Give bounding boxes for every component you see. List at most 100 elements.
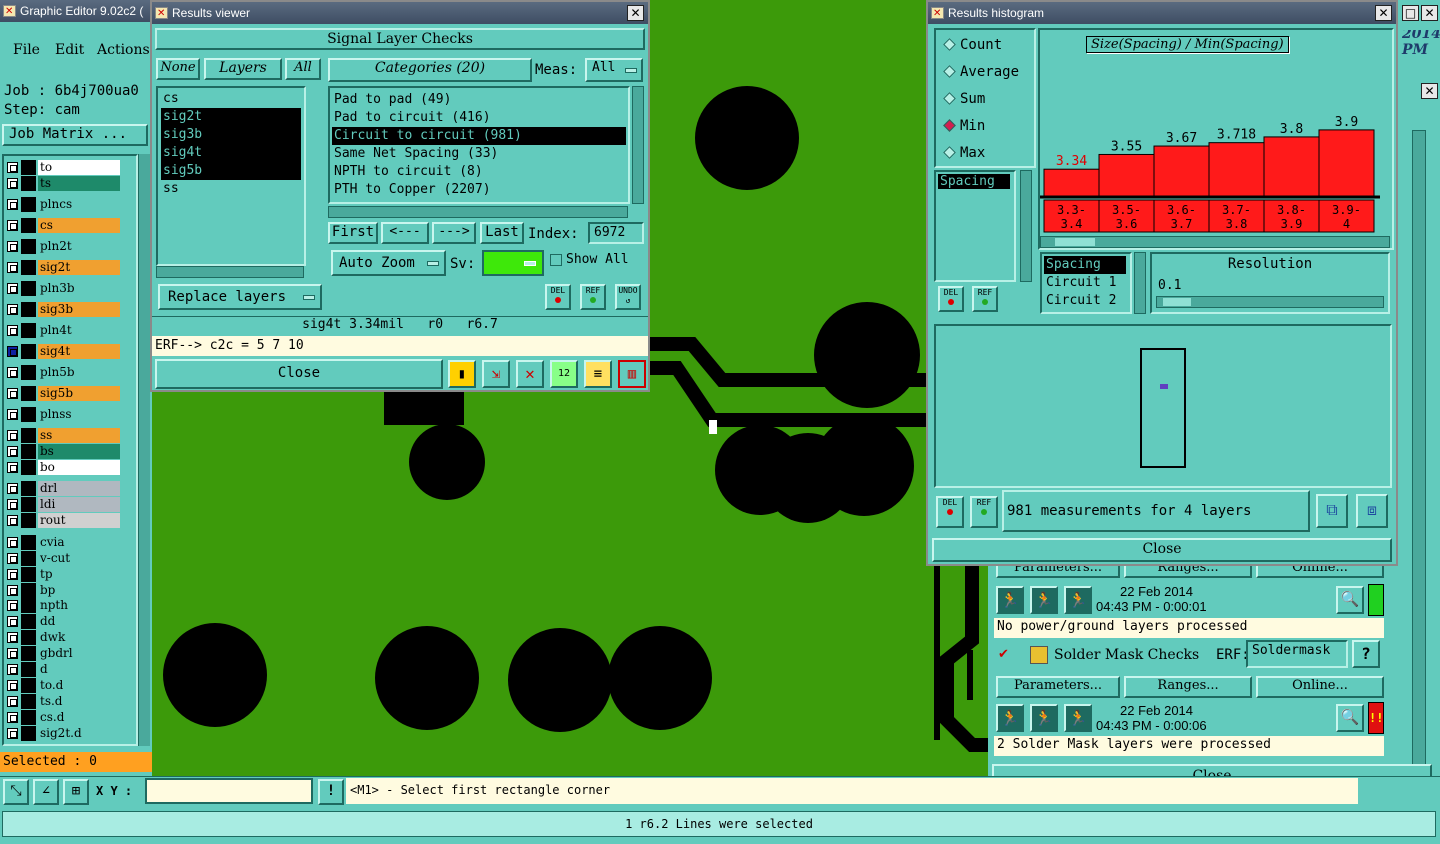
- layer-list-hscroll[interactable]: [156, 266, 304, 278]
- preview-del-button[interactable]: DEL: [936, 496, 964, 528]
- layer-row-bo[interactable]: bo: [5, 460, 122, 475]
- layer-row-ldi[interactable]: ldi: [5, 497, 122, 512]
- select-tool-icon[interactable]: ⤡: [3, 779, 29, 805]
- histogram-del-button[interactable]: DEL: [938, 286, 964, 312]
- layer-affect-box[interactable]: [21, 344, 36, 359]
- layer-checkbox[interactable]: [7, 409, 18, 420]
- mode-radio-max[interactable]: Max: [942, 142, 1034, 169]
- rv-layer-item[interactable]: sig4t: [161, 144, 301, 162]
- layer-row-cs.d[interactable]: cs.d: [5, 710, 122, 725]
- fit-icon-button[interactable]: ⧈: [1356, 494, 1388, 528]
- stop-icon-button-2[interactable]: 🏃: [1064, 704, 1092, 732]
- alert-icon-button[interactable]: !: [318, 779, 344, 805]
- layer-affect-box[interactable]: [21, 176, 36, 191]
- layer-row-cvia[interactable]: cvia: [5, 535, 122, 550]
- layer-row-tp[interactable]: tp: [5, 567, 122, 582]
- layer-checkbox[interactable]: [7, 241, 18, 252]
- mode-radio-count[interactable]: Count: [942, 34, 1034, 61]
- histogram-bar[interactable]: [1098, 153, 1155, 197]
- category-item[interactable]: Circuit to circuit (981): [332, 127, 626, 145]
- layer-checkbox[interactable]: [7, 553, 18, 564]
- layer-checkbox[interactable]: [7, 304, 18, 315]
- histogram-icon-button[interactable]: ▥: [618, 360, 646, 388]
- layer-row-d[interactable]: d: [5, 662, 122, 677]
- layer-checkbox[interactable]: [7, 220, 18, 231]
- layer-affect-box[interactable]: [21, 551, 36, 566]
- run-all-icon-button[interactable]: 🏃: [1030, 586, 1058, 614]
- layer-checkbox[interactable]: [7, 585, 18, 596]
- rv-layer-item[interactable]: sig3b: [161, 126, 301, 144]
- minimize-icon[interactable]: □: [1402, 5, 1419, 21]
- layer-row-pln5b[interactable]: pln5b: [5, 365, 122, 380]
- layer-row-to.d[interactable]: to.d: [5, 678, 122, 693]
- layer-checkbox[interactable]: [7, 283, 18, 294]
- layer-row-dd[interactable]: dd: [5, 614, 122, 629]
- layer-affect-box[interactable]: [21, 583, 36, 598]
- layer-row-cs[interactable]: cs: [5, 218, 122, 233]
- layer-row-plncs[interactable]: plncs: [5, 197, 122, 212]
- layer-row-plnss[interactable]: plnss: [5, 407, 122, 422]
- stop-icon-button[interactable]: 🏃: [1064, 586, 1092, 614]
- layer-checkbox[interactable]: [7, 483, 18, 494]
- layer-checkbox[interactable]: [7, 632, 18, 643]
- layer-row-pln4t[interactable]: pln4t: [5, 323, 122, 338]
- layer-affect-box[interactable]: [21, 710, 36, 725]
- layer-row-sig5b[interactable]: sig5b: [5, 386, 122, 401]
- rv-layer-item[interactable]: cs: [161, 90, 301, 108]
- run-all-icon-button-2[interactable]: 🏃: [1030, 704, 1058, 732]
- layer-row-rout[interactable]: rout: [5, 513, 122, 528]
- export-icon-button[interactable]: ⇲: [482, 360, 510, 388]
- erf-off-icon-button[interactable]: ✕: [516, 360, 544, 388]
- layer-affect-box[interactable]: [21, 630, 36, 645]
- layers-all-button[interactable]: All: [285, 58, 321, 80]
- layer-affect-box[interactable]: [21, 614, 36, 629]
- layer-affect-box[interactable]: [21, 513, 36, 528]
- solder-check-tick-icon[interactable]: ✔: [998, 647, 1012, 662]
- histogram-ref-button[interactable]: REF: [972, 286, 998, 312]
- layer-checkbox[interactable]: [7, 664, 18, 675]
- report-icon-button[interactable]: ≡: [584, 360, 612, 388]
- meas-select[interactable]: All: [585, 58, 643, 82]
- layer-checkbox[interactable]: [7, 162, 18, 173]
- numbers-icon-button[interactable]: 12: [550, 360, 578, 388]
- close-button[interactable]: Close: [155, 359, 443, 389]
- layer-checkbox[interactable]: [7, 446, 18, 457]
- layer-affect-box[interactable]: [21, 567, 36, 582]
- layer-row-to[interactable]: to: [5, 160, 122, 175]
- layer-row-npth[interactable]: npth: [5, 598, 122, 613]
- layer-checkbox[interactable]: [7, 388, 18, 399]
- layer-scrollbar[interactable]: [138, 154, 150, 746]
- layer-checkbox[interactable]: [7, 569, 18, 580]
- layer-affect-box[interactable]: [21, 481, 36, 496]
- layer-row-dwk[interactable]: dwk: [5, 630, 122, 645]
- layer-row-ts.d[interactable]: ts.d: [5, 694, 122, 709]
- histogram-bar[interactable]: [1208, 142, 1265, 197]
- delete-marker-button[interactable]: DEL: [545, 284, 571, 310]
- histogram-bar[interactable]: [1318, 129, 1375, 197]
- slider-thumb[interactable]: [1163, 298, 1191, 306]
- histogram-bar[interactable]: [1153, 145, 1210, 197]
- layer-checkbox[interactable]: [7, 696, 18, 707]
- layer-row-sig2t[interactable]: sig2t: [5, 260, 122, 275]
- layer-affect-box[interactable]: [21, 260, 36, 275]
- layer-icon-button[interactable]: ▮: [448, 360, 476, 388]
- parameters-button-2[interactable]: Parameters...: [996, 676, 1120, 698]
- zoom-icon-button-1[interactable]: 🔍: [1336, 586, 1364, 614]
- layer-affect-box[interactable]: [21, 444, 36, 459]
- field-list[interactable]: Spacing: [934, 170, 1016, 282]
- help-icon-button[interactable]: ?: [1352, 640, 1380, 668]
- run-icon-button[interactable]: 🏃: [996, 586, 1024, 614]
- layer-row-bp[interactable]: bp: [5, 583, 122, 598]
- close-icon[interactable]: ✕: [1421, 83, 1438, 99]
- sv-color-select[interactable]: [482, 250, 544, 276]
- layer-row-sig2t.d[interactable]: sig2t.d: [5, 726, 122, 741]
- layer-checkbox[interactable]: [7, 367, 18, 378]
- field-item-spacing[interactable]: Spacing: [938, 174, 1010, 189]
- layer-affect-box[interactable]: [21, 428, 36, 443]
- layer-affect-box[interactable]: [21, 407, 36, 422]
- layer-affect-box[interactable]: [21, 726, 36, 741]
- category-item[interactable]: Pad to circuit (416): [332, 109, 626, 127]
- run-icon-button-2[interactable]: 🏃: [996, 704, 1024, 732]
- rv-layer-item[interactable]: sig5b: [161, 162, 301, 180]
- layer-checkbox[interactable]: [7, 178, 18, 189]
